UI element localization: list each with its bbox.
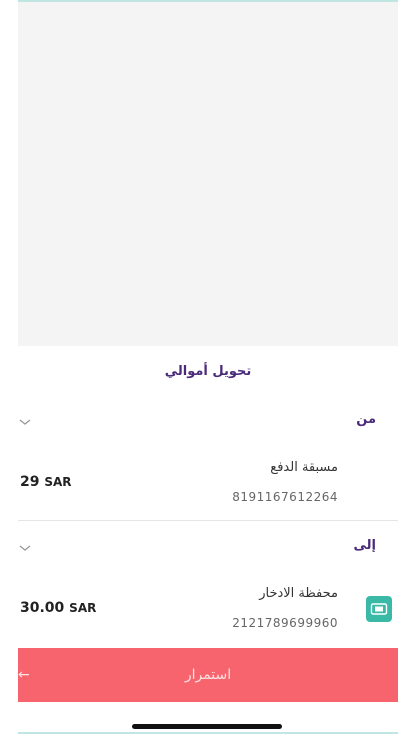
to-amount: 30.00 SAR	[20, 600, 96, 616]
bottom-border	[18, 732, 398, 734]
from-currency: SAR	[44, 475, 72, 489]
screen: تحويل أموالي من مسبقة الدفع 819116761226…	[0, 0, 400, 736]
to-account-name: محفظة الادخار	[259, 586, 338, 601]
section-divider	[18, 520, 398, 521]
sheet-title: تحويل أموالي	[164, 364, 252, 379]
from-label: من	[356, 412, 376, 427]
left-edge	[0, 0, 18, 736]
continue-button-label: استمرار	[184, 667, 232, 683]
from-chevron-down-icon[interactable]	[18, 414, 32, 428]
to-label: إلى	[353, 538, 377, 553]
from-amount: 29 SAR	[20, 474, 72, 490]
to-chevron-down-icon[interactable]	[18, 540, 32, 554]
to-account-number: 2121789699960	[232, 616, 338, 630]
arrow-left-icon: ←	[18, 667, 30, 683]
from-account-number: 8191167612264	[232, 490, 338, 504]
from-amount-value: 29	[20, 474, 40, 490]
home-indicator	[132, 724, 282, 729]
dimmed-backdrop[interactable]	[18, 0, 398, 346]
to-amount-value: 30.00	[20, 600, 65, 616]
wallet-icon	[366, 596, 392, 622]
transfer-bottom-sheet: تحويل أموالي من مسبقة الدفع 819116761226…	[18, 346, 398, 736]
continue-button[interactable]: ← استمرار	[18, 648, 398, 702]
from-account-name: مسبقة الدفع	[270, 460, 338, 475]
to-currency: SAR	[69, 601, 97, 615]
